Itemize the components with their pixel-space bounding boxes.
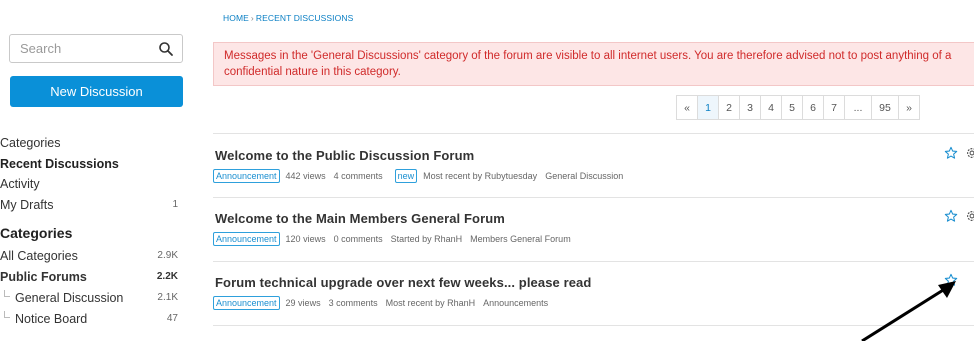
pager-page-7[interactable]: 7 (823, 95, 845, 120)
category-list: All Categories 2.9K Public Forums 2.2K Gen… (0, 245, 190, 329)
divider (213, 261, 974, 262)
sub-category-marker-icon (4, 311, 10, 318)
category-count: 2.9K (157, 250, 178, 261)
announcement-tag[interactable]: Announcement (213, 169, 280, 183)
discussion-title[interactable]: Forum technical upgrade over next few we… (215, 275, 974, 290)
search-input[interactable] (10, 35, 150, 62)
pager-ellipsis: ... (844, 95, 872, 120)
pager-page-2[interactable]: 2 (718, 95, 740, 120)
gear-icon[interactable] (965, 208, 974, 224)
pager-page-5[interactable]: 5 (781, 95, 803, 120)
discussion-meta: Announcement 442 views 4 comments new Mo… (213, 169, 974, 183)
pager-page-1[interactable]: 1 (697, 95, 719, 120)
sidebar-item-label: Categories (0, 136, 61, 151)
drafts-count: 1 (172, 199, 178, 211)
announcement-tag[interactable]: Announcement (213, 232, 280, 246)
sidebar-item-label: My Drafts (0, 197, 54, 212)
warning-alert: Messages in the 'General Discussions' ca… (213, 42, 974, 86)
category-item-general-discussion[interactable]: General Discussion 2.1K (0, 287, 190, 308)
sub-category-marker-icon (4, 290, 10, 297)
category-count: 2.2K (156, 271, 178, 282)
bookmark-star-icon[interactable] (944, 209, 958, 223)
last-activity[interactable]: Most recent by Rubytuesday (423, 171, 537, 181)
sidebar-item-label: Recent Discussions (0, 156, 119, 171)
new-discussion-button[interactable]: New Discussion (10, 76, 183, 107)
comments-count: 4 comments (333, 171, 383, 181)
discussion-meta: Announcement 120 views 0 comments Starte… (213, 232, 974, 246)
last-activity[interactable]: Started by RhanH (391, 234, 463, 244)
discussion-item[interactable]: Welcome to the Main Members General Foru… (213, 208, 974, 246)
bookmark-star-icon[interactable] (944, 273, 958, 287)
discussion-item[interactable]: Welcome to the Public Discussion Forum A… (213, 145, 974, 183)
views-count: 442 views (285, 171, 326, 181)
category-label: General Discussion (15, 290, 124, 305)
pager-page-3[interactable]: 3 (739, 95, 761, 120)
pager-page-4[interactable]: 4 (760, 95, 782, 120)
pager-next[interactable]: » (898, 95, 920, 120)
discussion-category[interactable]: Announcements (483, 298, 548, 308)
comments-count: 0 comments (333, 234, 383, 244)
last-activity[interactable]: Most recent by RhanH (386, 298, 476, 308)
bookmark-star-icon[interactable] (944, 146, 958, 160)
pager-previous[interactable]: « (676, 95, 698, 120)
discussion-title[interactable]: Welcome to the Public Discussion Forum (215, 148, 974, 163)
sidebar-item-recent-discussions[interactable]: Recent Discussions (0, 154, 190, 175)
sidebar-nav: Categories Recent Discussions Activity M… (0, 133, 190, 215)
category-label: All Categories (0, 248, 78, 263)
views-count: 29 views (285, 298, 321, 308)
search-icon[interactable] (158, 41, 174, 57)
breadcrumb-home[interactable]: HOME (223, 13, 249, 23)
discussion-item[interactable]: Forum technical upgrade over next few we… (213, 273, 974, 310)
category-label: Public Forums (0, 269, 87, 284)
category-item-notice-board[interactable]: Notice Board 47 (0, 308, 190, 329)
pagination: « 1 2 3 4 5 6 7 ... 95 » (676, 95, 920, 120)
pager-page-last[interactable]: 95 (871, 95, 899, 120)
category-count: 2.1K (157, 292, 178, 303)
views-count: 120 views (285, 234, 326, 244)
sidebar: New Discussion Categories Recent Discuss… (0, 0, 190, 341)
sidebar-item-activity[interactable]: Activity (0, 174, 190, 195)
sidebar-item-label: Activity (0, 177, 40, 192)
discussion-title[interactable]: Welcome to the Main Members General Foru… (215, 211, 974, 226)
pager-page-6[interactable]: 6 (802, 95, 824, 120)
discussion-category[interactable]: Members General Forum (470, 234, 571, 244)
category-label: Notice Board (15, 311, 88, 326)
sidebar-item-categories[interactable]: Categories (0, 133, 190, 154)
category-item-public-forums[interactable]: Public Forums 2.2K (0, 266, 190, 287)
discussion-category[interactable]: General Discussion (545, 171, 623, 181)
sidebar-item-my-drafts[interactable]: My Drafts 1 (0, 195, 190, 216)
categories-heading: Categories (0, 225, 73, 241)
search-box[interactable] (9, 34, 183, 63)
category-count: 47 (166, 313, 178, 324)
breadcrumb-separator: › (250, 13, 254, 23)
breadcrumb-current[interactable]: RECENT DISCUSSIONS (256, 13, 354, 23)
divider (213, 133, 974, 134)
category-item-all[interactable]: All Categories 2.9K (0, 245, 190, 266)
divider (213, 197, 974, 198)
divider (213, 325, 974, 326)
new-badge: new (394, 169, 418, 183)
discussion-meta: Announcement 29 views 3 comments Most re… (213, 296, 974, 310)
gear-icon[interactable] (965, 145, 974, 161)
announcement-tag[interactable]: Announcement (213, 296, 280, 310)
comments-count: 3 comments (328, 298, 378, 308)
breadcrumb: HOME › RECENT DISCUSSIONS (223, 13, 353, 23)
